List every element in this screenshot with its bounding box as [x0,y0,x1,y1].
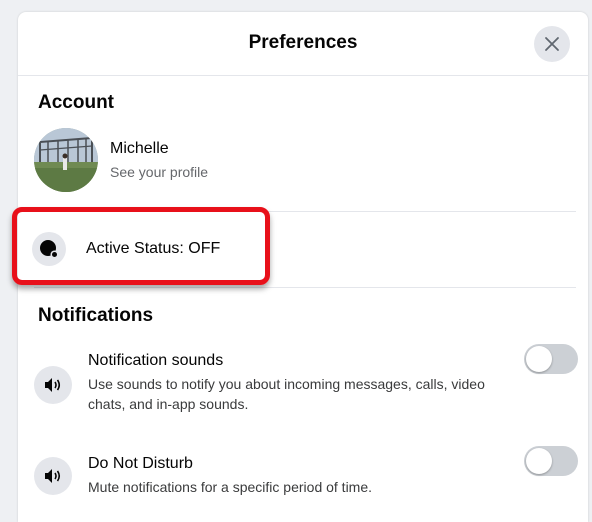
speaker-icon [34,457,72,495]
close-button[interactable] [534,26,570,62]
do-not-disturb-row: Do Not Disturb Mute notifications for a … [34,446,578,505]
divider [34,287,576,288]
avatar [34,128,98,192]
profile-name: Michelle [110,140,169,157]
dialog-title: Preferences [248,32,358,53]
profile-subtext: See your profile [110,164,209,180]
notifications-heading: Notifications [38,305,154,326]
notification-sounds-row: Notification sounds Use sounds to notify… [34,344,578,422]
close-icon [545,37,559,51]
do-not-disturb-description: Mute notifications for a specific period… [88,479,373,495]
speaker-icon [34,366,72,404]
toggle-knob [526,448,552,474]
notification-sounds-title: Notification sounds [88,352,224,369]
toggle-knob [526,346,552,372]
dialog-header: Preferences [18,12,588,76]
do-not-disturb-title: Do Not Disturb [88,455,193,472]
profile-link[interactable]: Michelle See your profile [34,128,574,194]
highlight-annotation [12,207,270,285]
account-heading: Account [38,92,114,113]
notification-sounds-toggle[interactable] [524,344,578,374]
notification-sounds-description: Use sounds to notify you about incoming … [88,376,485,412]
do-not-disturb-toggle[interactable] [524,446,578,476]
